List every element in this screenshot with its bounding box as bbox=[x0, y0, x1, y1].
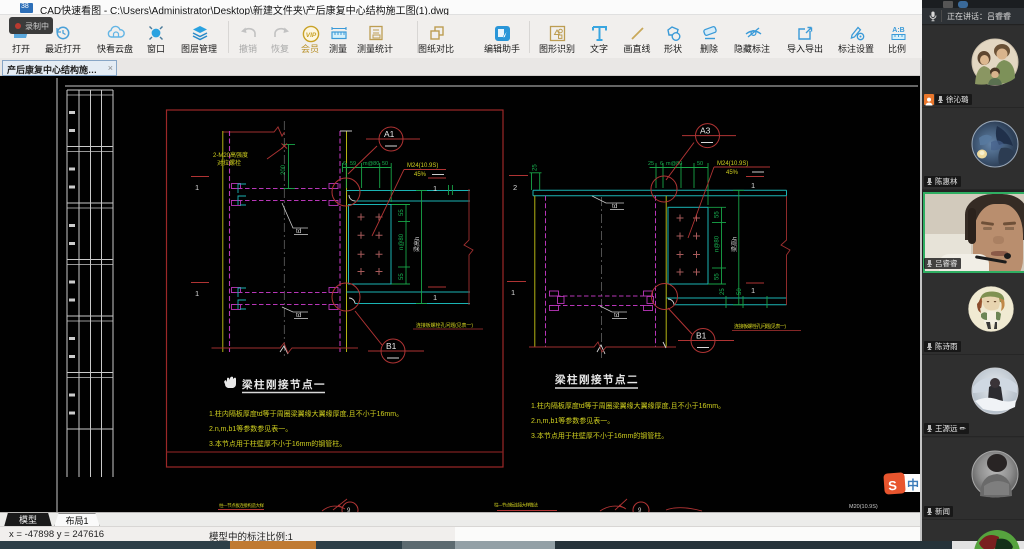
svg-text:1: 1 bbox=[433, 293, 437, 302]
svg-text:td: td bbox=[296, 228, 302, 235]
svg-text:M24(10.9S): M24(10.9S) bbox=[717, 161, 748, 167]
svg-text:50: 50 bbox=[382, 161, 388, 167]
svg-text:25: 25 bbox=[720, 288, 726, 295]
svg-text:55: 55 bbox=[715, 211, 721, 218]
svg-text:200: 200 bbox=[281, 164, 287, 175]
svg-text:50: 50 bbox=[697, 161, 703, 167]
svg-text:50: 50 bbox=[737, 288, 743, 295]
svg-text:1: 1 bbox=[751, 286, 755, 295]
svg-text:A:B: A:B bbox=[892, 27, 904, 34]
svg-text:对拉螺栓: 对拉螺栓 bbox=[217, 159, 241, 167]
svg-text:55: 55 bbox=[399, 209, 405, 216]
svg-text:B1: B1 bbox=[696, 331, 707, 341]
svg-text:n@80: n@80 bbox=[715, 235, 721, 252]
svg-text:55: 55 bbox=[399, 273, 405, 280]
svg-text:25: 25 bbox=[648, 161, 654, 167]
svg-text:2-M20高强度: 2-M20高强度 bbox=[213, 151, 248, 159]
svg-text:梁高h: 梁高h bbox=[731, 237, 739, 252]
svg-text:2.n,m,b1等参数参见表一。: 2.n,m,b1等参数参见表一。 bbox=[531, 416, 614, 425]
svg-text:td: td bbox=[614, 312, 620, 319]
svg-text:梁高h: 梁高h bbox=[413, 237, 421, 252]
svg-text:连接板螺栓孔问题(见表一): 连接板螺栓孔问题(见表一) bbox=[416, 322, 473, 329]
svg-text:A1: A1 bbox=[384, 129, 395, 139]
svg-text:1.柱内隔板厚度td等于周圈梁翼缘大翼缘厚度,且不小于16m: 1.柱内隔板厚度td等于周圈梁翼缘大翼缘厚度,且不小于16mm。 bbox=[531, 401, 725, 410]
svg-text:M20(10.9S): M20(10.9S) bbox=[849, 504, 878, 510]
svg-text:M24(10.9S): M24(10.9S) bbox=[407, 163, 438, 169]
svg-text:梁柱刚接节点二: 梁柱刚接节点二 bbox=[554, 373, 639, 386]
svg-text:2: 2 bbox=[513, 183, 517, 192]
svg-text:1.柱内隔板厚度td等于周圈梁翼缘大翼缘厚度,且不小于16m: 1.柱内隔板厚度td等于周圈梁翼缘大翼缘厚度,且不小于16mm。 bbox=[209, 409, 403, 418]
svg-text:1: 1 bbox=[433, 184, 437, 193]
svg-text:中: 中 bbox=[907, 477, 919, 492]
svg-text:1: 1 bbox=[511, 288, 515, 297]
svg-text:59: 59 bbox=[350, 161, 356, 167]
svg-text:柱—节点板连接大样做法: 柱—节点板连接大样做法 bbox=[494, 502, 539, 509]
svg-text:梁柱刚接节点一: 梁柱刚接节点一 bbox=[241, 378, 326, 391]
svg-text:B1: B1 bbox=[386, 341, 397, 351]
svg-text:3.本节点用于柱壁厚不小于16mm的钢管柱。: 3.本节点用于柱壁厚不小于16mm的钢管柱。 bbox=[531, 431, 668, 440]
svg-text:6: 6 bbox=[660, 161, 663, 167]
svg-text:3.本节点用于柱壁厚不小于16mm的钢管柱。: 3.本节点用于柱壁厚不小于16mm的钢管柱。 bbox=[209, 439, 346, 448]
svg-text:45%: 45% bbox=[726, 170, 739, 176]
svg-text:55: 55 bbox=[715, 273, 721, 280]
svg-text:S: S bbox=[888, 478, 898, 494]
svg-text:A3: A3 bbox=[700, 126, 711, 136]
svg-text:n@80: n@80 bbox=[399, 233, 405, 250]
svg-text:45%: 45% bbox=[414, 172, 427, 178]
svg-text:25: 25 bbox=[533, 164, 539, 171]
svg-text:柱—节点板连接构造大样: 柱—节点板连接构造大样 bbox=[219, 502, 265, 509]
svg-text:m@80: m@80 bbox=[363, 161, 379, 167]
svg-text:td: td bbox=[296, 312, 302, 319]
svg-text:td: td bbox=[612, 203, 618, 210]
svg-text:1: 1 bbox=[751, 181, 755, 190]
svg-text:1: 1 bbox=[195, 289, 199, 298]
svg-text:2.n,m,b1等参数参见表一。: 2.n,m,b1等参数参见表一。 bbox=[209, 424, 292, 433]
svg-text:1: 1 bbox=[195, 183, 199, 192]
svg-text:连接板螺栓孔问题(见表一): 连接板螺栓孔问题(见表一) bbox=[734, 323, 786, 330]
svg-text:6: 6 bbox=[343, 161, 346, 167]
